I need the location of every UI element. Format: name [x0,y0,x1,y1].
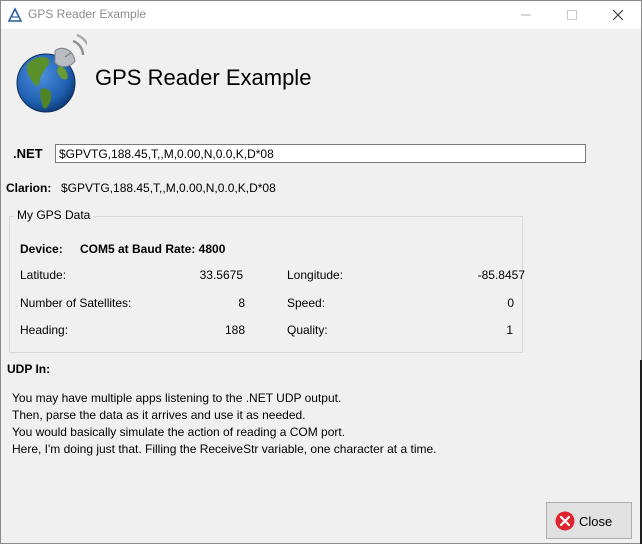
window-title: GPS Reader Example [28,7,147,21]
clarion-sentence-value: $GPVTG,188.45,T,,M,0.00,N,0.0,K,D*08 [61,181,276,195]
udp-line: Then, parse the data as it arrives and u… [12,408,306,422]
maximize-icon [567,10,577,20]
gps-data-group-title: My GPS Data [14,208,94,222]
udp-line: You may have multiple apps listening to … [12,391,342,405]
minimize-button[interactable] [503,1,549,29]
device-value: COM5 at Baud Rate: 4800 [80,242,226,256]
net-label: .NET [13,146,43,161]
maximize-button[interactable] [549,1,595,29]
latitude-label: Latitude: [20,268,67,282]
close-icon [613,10,623,20]
udp-in-label: UDP In: [7,362,51,376]
satellites-label: Number of Satellites: [20,296,132,310]
clarion-label: Clarion: [6,181,52,195]
udp-line: Here, I'm doing just that. Filling the R… [12,442,437,456]
close-button[interactable]: Close [546,502,632,539]
quality-label: Quality: [287,323,328,337]
udp-text-block: You may have multiple apps listening to … [12,390,437,458]
latitude-value: 33.5675 [199,268,243,282]
satellites-value: 8 [238,296,245,310]
speed-value: 0 [507,296,514,310]
app-window: GPS Reader Example GPS Reader Example .N… [0,0,642,544]
net-sentence-input[interactable] [55,144,586,163]
page-title: GPS Reader Example [95,65,312,90]
close-circle-icon [555,511,575,531]
heading-label: Heading: [20,323,69,337]
close-button-label: Close [579,514,613,529]
app-icon [7,7,23,22]
udp-line: You would basically simulate the action … [12,425,346,439]
title-bar[interactable]: GPS Reader Example [1,1,641,29]
longitude-value: -85.8457 [477,268,525,282]
longitude-label: Longitude: [287,268,344,282]
device-label: Device: [20,242,63,256]
quality-value: 1 [506,323,513,337]
minimize-icon [521,14,531,16]
heading-value: 188 [224,323,245,337]
globe-satellite-icon [16,33,87,113]
window-close-button[interactable] [595,1,641,29]
speed-label: Speed: [287,296,326,310]
